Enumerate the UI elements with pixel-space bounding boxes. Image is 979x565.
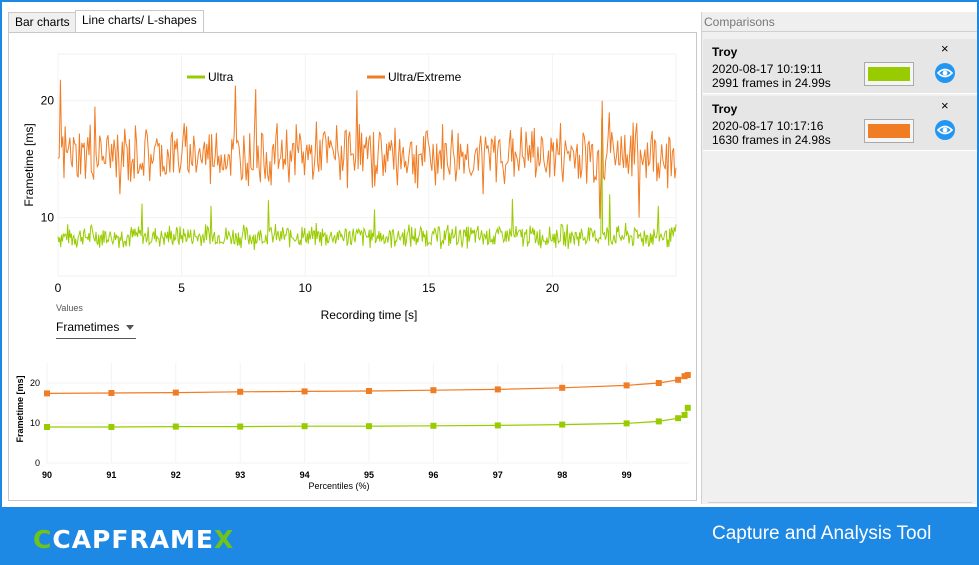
x-tick-label: 91 (106, 470, 116, 480)
frametime-chart: 10 20 0 5 10 15 20 Frametime [ms] Recording t… (22, 53, 677, 322)
frametime-x-axis-label: Recording time [s] (321, 308, 418, 322)
data-point-ultra-extreme (559, 384, 566, 391)
percentile-y-ticks: 0 10 20 (30, 378, 40, 468)
data-point-ultra-extreme (494, 386, 501, 393)
comparison-title: Troy (712, 45, 738, 59)
data-point-ultra-extreme (675, 376, 682, 383)
close-icon[interactable]: × (941, 41, 949, 56)
comparisons-header: Comparisons (702, 12, 977, 32)
comparisons-divider (708, 502, 972, 503)
data-point-ultra-extreme (430, 387, 437, 394)
frametime-x-ticks: 0 5 10 15 20 (55, 281, 560, 295)
values-dropdown-selected: Frametimes (56, 320, 120, 334)
x-tick-label: 90 (42, 470, 52, 480)
data-point-ultra-extreme (684, 372, 691, 378)
data-point-ultra (301, 423, 308, 430)
eye-icon-glyph (936, 68, 954, 78)
values-dropdown[interactable]: Frametimes (56, 317, 136, 339)
x-tick-label: 93 (235, 470, 245, 480)
data-point-ultra-extreme (623, 382, 630, 389)
x-tick-label: 98 (557, 470, 567, 480)
x-tick-label: 15 (422, 281, 436, 295)
data-point-ultra (172, 423, 179, 430)
percentile-chart: 0 10 20 90 91 92 93 94 95 96 97 98 99 Frametime [ms… (15, 363, 691, 491)
data-point-ultra (44, 424, 50, 430)
frametime-series (57, 79, 677, 251)
comparison-date: 2020-08-17 10:17:16 (712, 119, 824, 133)
x-tick-label: 94 (300, 470, 310, 480)
y-tick-label: 0 (35, 458, 40, 468)
tab-bar-charts[interactable]: Bar charts (8, 12, 77, 32)
data-point-ultra-extreme (366, 388, 372, 394)
data-point-ultra-extreme (108, 390, 115, 396)
x-tick-label: 0 (55, 281, 62, 295)
percentile-x-axis-label: Percentiles (%) (308, 481, 369, 491)
comparison-title: Troy (712, 102, 738, 116)
footer-bar: CCAPFRAMEX Capture and Analysis Tool (0, 507, 979, 565)
data-point-ultra (684, 404, 691, 411)
capframex-logo: CCAPFRAMEX (33, 525, 235, 554)
percentile-grid (46, 363, 689, 464)
frametime-y-ticks: 10 20 (41, 94, 55, 225)
tab-line-charts[interactable]: Line charts/ L-shapes (75, 10, 204, 32)
comparison-frames: 2991 frames in 24.99s (712, 76, 831, 90)
color-picker-button[interactable] (864, 62, 914, 86)
x-tick-label: 10 (299, 281, 313, 295)
comparisons-panel: Comparisons Troy 2020-08-17 10:19:11 299… (701, 12, 977, 504)
color-swatch (868, 124, 910, 138)
x-tick-label: 99 (622, 470, 632, 480)
y-tick-label: 10 (41, 211, 55, 225)
y-tick-label: 20 (30, 378, 40, 388)
data-point-ultra (681, 412, 688, 418)
percentile-series (44, 372, 691, 430)
comparison-frames: 1630 frames in 24.98s (712, 133, 831, 147)
comparison-item: Troy 2020-08-17 10:19:11 2991 frames in … (703, 39, 977, 94)
data-point-ultra-extreme (172, 389, 179, 396)
data-point-ultra (237, 423, 244, 430)
eye-icon[interactable] (935, 63, 955, 83)
eye-icon-glyph (936, 125, 954, 135)
x-tick-label: 95 (364, 470, 374, 480)
values-label: Values (56, 303, 83, 313)
data-point-ultra (108, 424, 115, 430)
tagline: Capture and Analysis Tool (712, 523, 932, 544)
frametime-legend: Ultra Ultra/Extreme (187, 70, 462, 84)
close-icon[interactable]: × (941, 98, 949, 113)
charts-svg: 10 20 0 5 10 15 20 Frametime [ms] Recording t… (15, 53, 691, 491)
x-tick-label: 5 (178, 281, 185, 295)
data-point-ultra (366, 423, 372, 430)
data-point-ultra-extreme (301, 388, 308, 395)
data-point-ultra-extreme (237, 388, 244, 395)
x-tick-label: 97 (493, 470, 503, 480)
percentile-x-ticks: 90 91 92 93 94 95 96 97 98 99 (42, 470, 632, 480)
legend-label-ultra: Ultra (208, 70, 234, 84)
eye-icon[interactable] (935, 120, 955, 140)
chevron-down-icon (126, 325, 134, 330)
x-tick-label: 20 (546, 281, 560, 295)
data-point-ultra (559, 421, 566, 428)
data-point-ultra (430, 422, 437, 429)
y-tick-label: 20 (41, 94, 55, 108)
data-point-ultra-extreme (655, 380, 662, 386)
data-point-ultra-extreme (44, 390, 50, 397)
data-point-ultra (655, 418, 662, 425)
app-frame: Bar charts Line charts/ L-shapes 10 20 0 5… (0, 0, 979, 507)
comparison-date: 2020-08-17 10:19:11 (712, 62, 823, 76)
percentile-y-axis-label: Frametime [ms] (15, 375, 25, 442)
x-tick-label: 96 (428, 470, 438, 480)
y-tick-label: 10 (30, 418, 40, 428)
data-point-ultra (494, 422, 501, 429)
color-picker-button[interactable] (864, 119, 914, 143)
legend-label-ultra-extreme: Ultra/Extreme (388, 70, 462, 84)
color-swatch (868, 67, 910, 81)
x-tick-label: 92 (171, 470, 181, 480)
comparison-item: Troy 2020-08-17 10:17:16 1630 frames in … (703, 96, 977, 151)
data-point-ultra (675, 415, 682, 422)
frametime-y-axis-label: Frametime [ms] (22, 123, 36, 206)
data-point-ultra (623, 420, 630, 427)
line-charts-panel: 10 20 0 5 10 15 20 Frametime [ms] Recording t… (8, 32, 697, 501)
